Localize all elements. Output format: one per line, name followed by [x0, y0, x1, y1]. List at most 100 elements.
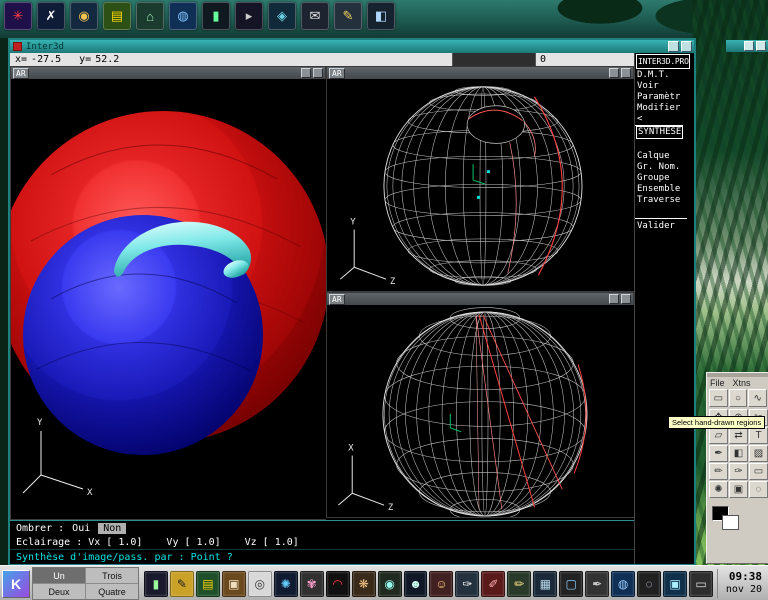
display-icon[interactable]: ▢: [559, 571, 583, 597]
rect-select-tool[interactable]: ▭: [709, 389, 728, 407]
workspace-un[interactable]: Un: [33, 568, 85, 583]
notes-icon[interactable]: ✎: [170, 571, 194, 597]
menu-item-groupe[interactable]: Groupe: [635, 173, 691, 184]
menu-item-calque[interactable]: Calque: [635, 151, 691, 162]
text-tool[interactable]: T: [749, 427, 768, 444]
paintbrush-tool[interactable]: ✑: [729, 463, 748, 480]
workspace-quatre[interactable]: Quatre: [86, 584, 138, 599]
menu-item-valider[interactable]: Valider: [635, 218, 687, 232]
pencil-icon[interactable]: ✏: [507, 571, 531, 597]
transform-tool[interactable]: ▱: [709, 427, 728, 444]
viewport-maximize-icon[interactable]: [621, 294, 631, 304]
books-icon[interactable]: ▤: [103, 2, 131, 30]
clock-time: 09:38: [726, 570, 762, 584]
menu-item-d-m-t[interactable]: D.M.T.: [635, 70, 691, 81]
x-window-icon[interactable]: ✗: [37, 2, 65, 30]
gradient-tool[interactable]: ▨: [749, 445, 768, 462]
printer-icon[interactable]: ▭: [689, 571, 713, 597]
maximize-icon[interactable]: [756, 41, 766, 51]
molecule-icon[interactable]: ✺: [274, 571, 298, 597]
clone-tool[interactable]: ▣: [729, 481, 748, 498]
x-value: -27.5: [31, 54, 61, 65]
menu-item-gr-nom[interactable]: Gr. Nom.: [635, 162, 691, 173]
viewport-maximize-icon[interactable]: [621, 68, 631, 78]
window-menu-icon[interactable]: [13, 42, 22, 51]
menu-item-synthese[interactable]: SYNTHESE: [636, 126, 683, 139]
globe-icon[interactable]: ◍: [611, 571, 635, 597]
picker-icon[interactable]: ✒: [585, 571, 609, 597]
marker-icon[interactable]: ✐: [481, 571, 505, 597]
eye-icon[interactable]: ◉: [378, 571, 402, 597]
paint-icon[interactable]: ◧: [367, 2, 395, 30]
ghost-icon[interactable]: ☻: [404, 571, 428, 597]
status-spacer: [452, 53, 536, 66]
gimp-menu-file[interactable]: File: [710, 378, 725, 388]
viewport-minimize-icon[interactable]: [301, 68, 311, 78]
eraser-tool[interactable]: ▭: [749, 463, 768, 480]
palette-icon[interactable]: ✾: [300, 571, 324, 597]
pencil-tool[interactable]: ✏: [709, 463, 728, 480]
viewport-minimize-icon[interactable]: [609, 68, 619, 78]
maximize-button[interactable]: [681, 41, 692, 52]
viewport-wire-front-header[interactable]: AR: [327, 67, 633, 79]
workspace-trois[interactable]: Trois: [86, 568, 138, 583]
desktop-icon-row: ✳✗◉▤⌂◍▮▸◈✉✎◧: [4, 2, 395, 30]
books-icon[interactable]: ▤: [196, 571, 220, 597]
pinwheel-icon[interactable]: ✳: [4, 2, 32, 30]
menu-item-param-tr[interactable]: Paramètr: [635, 92, 691, 103]
workspace-deux[interactable]: Deux: [33, 584, 85, 599]
wireframe-front-canvas[interactable]: Y Z: [327, 79, 635, 291]
menu-item-ensemble[interactable]: Ensemble: [635, 184, 691, 195]
vx-value[interactable]: Vx [ 1.0]: [88, 537, 142, 548]
command-prompt[interactable]: Synthèse d'image/pass. par : Point ?: [10, 549, 634, 564]
viewport-maximize-icon[interactable]: [313, 68, 323, 78]
menu-item-traverse[interactable]: Traverse: [635, 195, 691, 206]
ombrer-option-oui[interactable]: Oui: [70, 523, 92, 534]
network-icon[interactable]: ◈: [268, 2, 296, 30]
viewport-wire-front: AR: [326, 66, 634, 292]
airbrush-tool[interactable]: ✺: [709, 481, 728, 498]
mail-icon[interactable]: ✉: [301, 2, 329, 30]
menu-item-separator[interactable]: <: [635, 114, 683, 126]
cd-icon[interactable]: ◌: [637, 571, 661, 597]
search-icon[interactable]: ◎: [248, 571, 272, 597]
shaded-3d-canvas[interactable]: Y X: [11, 79, 327, 519]
menu-item-voir[interactable]: Voir: [635, 81, 691, 92]
start-menu-icon[interactable]: K: [2, 570, 30, 598]
background-color[interactable]: [722, 515, 739, 530]
media-player-icon[interactable]: ▸: [235, 2, 263, 30]
minimize-icon[interactable]: [744, 41, 754, 51]
menu-item-modifier[interactable]: Modifier: [635, 103, 691, 114]
vy-value[interactable]: Vy [ 1.0]: [166, 537, 220, 548]
color-picker-tool[interactable]: ✒: [709, 445, 728, 462]
vz-value[interactable]: Vz [ 1.0]: [245, 537, 299, 548]
ombrer-option-non[interactable]: Non: [98, 523, 126, 534]
background-window-titlebar[interactable]: [726, 40, 768, 52]
gimp-menu-xtns[interactable]: Xtns: [733, 378, 751, 388]
faces-icon[interactable]: ☺: [429, 571, 453, 597]
viewport-shaded-header[interactable]: AR: [11, 67, 325, 79]
rainbow-icon[interactable]: ◠: [326, 571, 350, 597]
flip-tool[interactable]: ⇄: [729, 427, 748, 444]
pen-icon[interactable]: ✑: [455, 571, 479, 597]
calculator-icon[interactable]: ▦: [533, 571, 557, 597]
paw-icon[interactable]: ❋: [352, 571, 376, 597]
terminal-icon[interactable]: ▮: [202, 2, 230, 30]
convolve-tool[interactable]: ◌: [749, 481, 768, 498]
editor-icon[interactable]: ✎: [334, 2, 362, 30]
monitor-icon[interactable]: ▣: [663, 571, 687, 597]
ellipse-select-tool[interactable]: ○: [729, 389, 748, 407]
wireframe-top-canvas[interactable]: X Z: [327, 305, 635, 517]
bucket-fill-tool[interactable]: ◧: [729, 445, 748, 462]
mascot-icon[interactable]: ◉: [70, 2, 98, 30]
viewport-wire-top-header[interactable]: AR: [327, 293, 633, 305]
free-select-tool[interactable]: ∿: [748, 389, 767, 407]
terminal-icon[interactable]: ▮: [144, 571, 168, 597]
titlebar[interactable]: Inter3d: [10, 40, 694, 53]
home-icon[interactable]: ⌂: [136, 2, 164, 30]
gimp-select-tools: ▭○∿: [707, 389, 768, 407]
package-icon[interactable]: ▣: [222, 571, 246, 597]
globe-icon[interactable]: ◍: [169, 2, 197, 30]
iconify-button[interactable]: [668, 41, 679, 52]
viewport-minimize-icon[interactable]: [609, 294, 619, 304]
